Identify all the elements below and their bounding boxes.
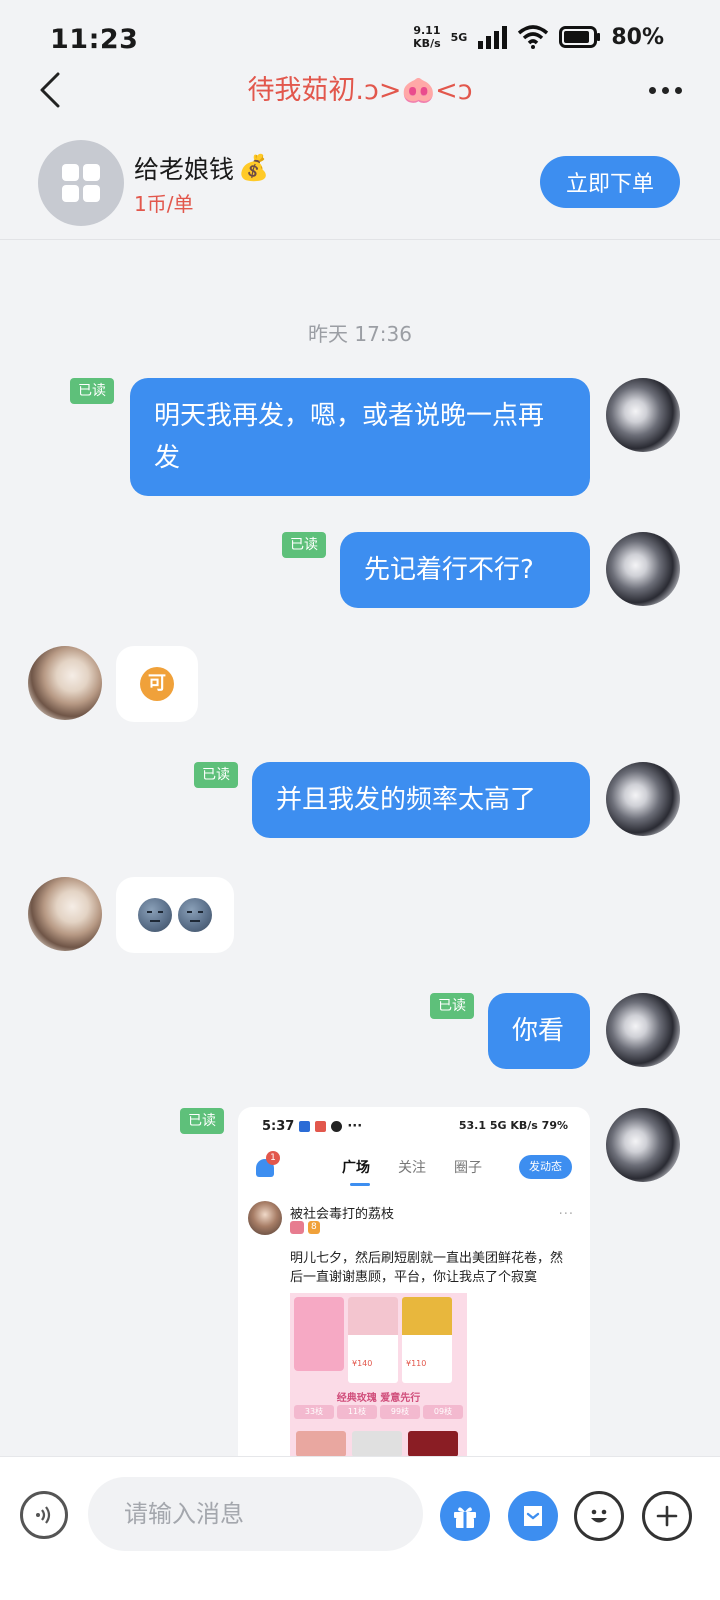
flower-promo-image [294,1297,344,1371]
my-avatar[interactable] [606,532,680,606]
contact-avatar[interactable] [28,877,102,951]
shot-tab-follow: 关注 [398,1160,426,1176]
more-dot-icon [674,86,682,94]
shot-tab-square: 广场 [342,1157,370,1186]
shot-username: 被社会毒打的荔枝 [290,1207,395,1222]
message-bubble-received[interactable] [116,877,234,953]
signal-icon [478,26,508,49]
shot-tabs: 广场 关注 圈子 [342,1157,482,1186]
message-bubble-sent[interactable]: 先记着行不行? [340,532,590,608]
order-now-button[interactable]: 立即下单 [540,156,680,208]
gender-icon [290,1221,304,1234]
battery-level: 80% [611,24,664,50]
shot-post-image: ¥140 ¥110 经典玫瑰 爱意先行 33枝 11枝 99枝 09枝 [290,1293,467,1457]
app-notification-icon [299,1121,311,1132]
shot-more-icon: ··· [558,1207,574,1222]
message-bubble-sent[interactable]: 你看 [488,993,590,1069]
image-message[interactable]: 5:37 ··· 53.1 5G KB/s 79% 1 广场 关注 圈子 发动态… [238,1107,590,1457]
emoji-button[interactable] [574,1491,624,1541]
shot-status-bar: 5:37 ··· [262,1119,363,1134]
chat-timestamp: 昨天 17:36 [308,322,412,346]
level-badge: 8 [308,1221,320,1234]
more-options-button[interactable] [640,70,690,110]
shot-tab-circle: 圈子 [454,1160,482,1176]
moon-face-icon [138,898,172,932]
service-card: 给老娘钱 💰 1币/单 立即下单 [0,124,720,240]
read-status-badge: 已读 [194,762,238,788]
bouquet-size-chips: 33枝 11枝 99枝 09枝 [294,1405,463,1419]
app-notification-icon [315,1121,327,1132]
my-avatar[interactable] [606,762,680,836]
status-indicators: 9.11 KB/s 5G 80% [413,24,664,50]
ke-sticker-icon: 可 [140,667,174,701]
notification-badge: 1 [266,1151,280,1165]
network-speed: 9.11 KB/s [413,24,441,50]
input-bar [0,1456,720,1600]
read-status-badge: 已读 [70,378,114,404]
my-avatar[interactable] [606,1108,680,1182]
smile-icon [591,1509,607,1523]
promo-banner: 经典玫瑰 爱意先行 [336,1393,421,1404]
shot-user-tags: 8 [290,1221,320,1234]
more-dot-icon [661,86,669,94]
message-bubble-sent[interactable]: 明天我再发，嗯，或者说晚一点再发 [130,378,590,496]
message-bubble-sent[interactable]: 并且我发的频率太高了 [252,762,590,838]
network-type: 5G [450,30,468,44]
qq-icon [331,1121,343,1132]
title-bar: 待我茹初.ↄ>🐽<ↄ [0,58,720,122]
read-status-badge: 已读 [180,1108,224,1134]
wifi-icon [518,25,549,49]
service-name: 给老娘钱 💰 [134,153,270,184]
voice-input-button[interactable] [20,1491,68,1539]
moon-face-icon [178,898,212,932]
message-bubble-received[interactable]: 可 [116,646,198,722]
my-avatar[interactable] [606,378,680,452]
read-status-badge: 已读 [430,993,474,1019]
order-button[interactable] [508,1491,558,1541]
order-icon [524,1506,542,1526]
money-bag-icon: 💰 [238,153,270,182]
shot-post-button: 发动态 [519,1155,572,1179]
gift-button[interactable] [440,1491,490,1541]
shot-user-avatar [248,1201,282,1235]
battery-icon [559,26,601,48]
more-dot-icon [648,86,656,94]
shot-status-indicators: 53.1 5G KB/s 79% [458,1119,568,1132]
my-avatar[interactable] [606,993,680,1067]
product-card: ¥140 [348,1297,398,1383]
status-time: 11:23 [50,24,139,55]
chat-title: 待我茹初.ↄ>🐽<ↄ [247,75,473,106]
plus-button[interactable] [642,1491,692,1541]
apps-icon [38,140,124,226]
message-input[interactable] [88,1477,423,1551]
product-card: ¥110 [402,1297,452,1383]
voice-icon [36,1506,51,1524]
bouquet-thumbnails [296,1431,458,1457]
service-price: 1币/单 [134,192,194,216]
read-status-badge: 已读 [282,532,326,558]
plus-icon [656,1505,678,1527]
gift-icon [454,1507,476,1528]
shot-post-text: 明儿七夕，然后刷短剧就一直出美团鲜花卷，然后一直谢谢惠顾，平台，你让我点了个寂寞 [290,1251,564,1285]
contact-avatar[interactable] [28,646,102,720]
